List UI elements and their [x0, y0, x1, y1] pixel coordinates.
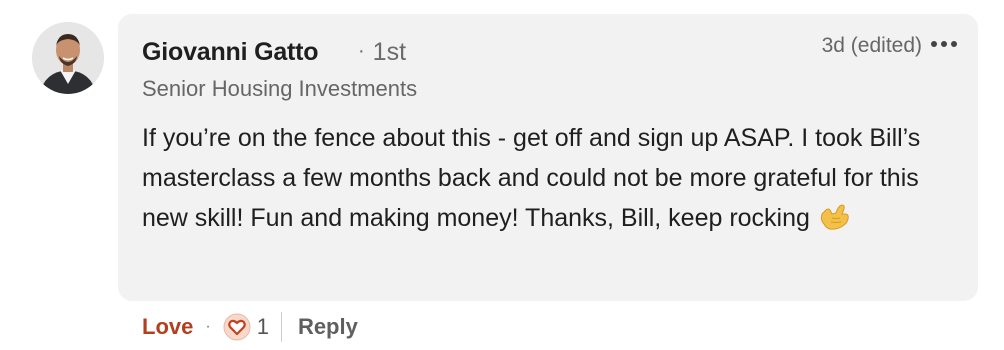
author-headline: Senior Housing Investments: [142, 76, 418, 101]
heart-reaction-icon[interactable]: [223, 313, 251, 341]
ellipsis-icon: [931, 41, 957, 47]
comment-body: If you’re on the fence about this - get …: [142, 118, 942, 238]
love-reaction-button[interactable]: Love: [142, 314, 193, 340]
comment-text: If you’re on the fence about this - get …: [142, 124, 921, 232]
comment-bubble: Giovanni Gatto · 1st Senior Housing Inves…: [118, 14, 978, 301]
profile-photo: [32, 22, 104, 94]
avatar[interactable]: [32, 22, 104, 94]
connection-degree: · 1st: [358, 38, 406, 67]
comment-meta: 3d (edited): [822, 34, 922, 58]
connection-degree-label: 1st: [372, 38, 407, 66]
actions-separator: ·: [205, 318, 211, 335]
comment-actions: Love · 1 Reply: [142, 311, 358, 343]
call-me-hand-emoji: [816, 202, 852, 232]
comment-timestamp: 3d: [821, 34, 845, 57]
edited-label: (edited): [850, 34, 922, 57]
more-options-button[interactable]: [928, 28, 960, 60]
reply-button[interactable]: Reply: [298, 314, 358, 340]
author-name[interactable]: Giovanni Gatto: [142, 38, 319, 67]
reaction-count[interactable]: 1: [257, 314, 269, 340]
degree-separator: ·: [358, 40, 365, 62]
actions-divider: [280, 312, 282, 342]
call-me-hand-icon: [820, 204, 849, 230]
